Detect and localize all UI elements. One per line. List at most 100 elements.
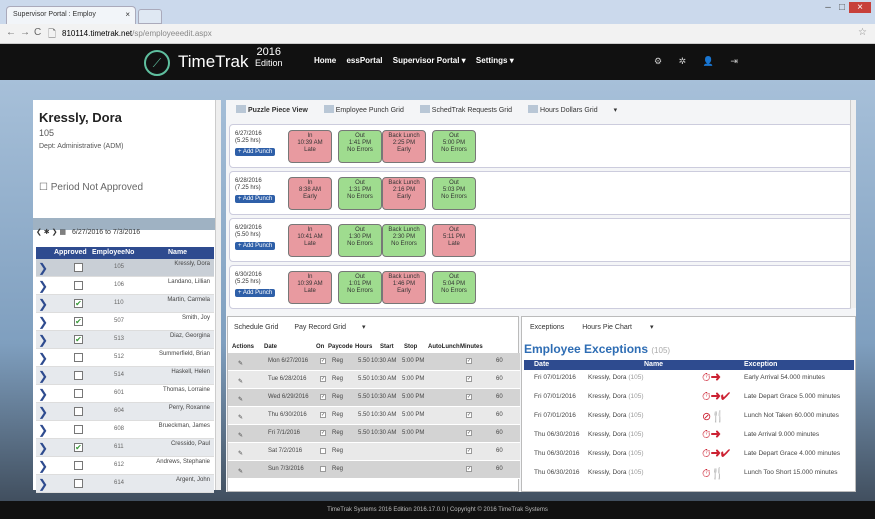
- minimize-icon[interactable]: –: [821, 2, 835, 13]
- employee-row[interactable]: ❯ 106 Landano, Lillian: [36, 277, 214, 295]
- on-checkbox[interactable]: ✓: [320, 430, 326, 436]
- bookmark-star-icon[interactable]: ☆: [858, 27, 867, 38]
- punch-card[interactable]: Back Lunch 2:30 PM No Errors: [382, 224, 426, 257]
- nav-supervisor-portal[interactable]: Supervisor Portal ▾: [393, 56, 466, 65]
- punch-card[interactable]: Out 1:31 PM No Errors: [338, 177, 382, 210]
- sched-col-date[interactable]: Date: [264, 344, 277, 350]
- chevron-right-icon[interactable]: ❯: [38, 477, 48, 491]
- back-icon[interactable]: ←: [6, 27, 16, 38]
- sched-col-actions[interactable]: Actions: [232, 344, 254, 350]
- tab-schedule-grid[interactable]: Schedule Grid: [234, 324, 278, 331]
- employee-row[interactable]: ❯ ✔ 507 Smith, Joy: [36, 313, 214, 331]
- on-checkbox[interactable]: ✓: [320, 394, 326, 400]
- approved-checkbox[interactable]: ✔: [74, 299, 83, 308]
- chevron-right-icon[interactable]: ❯: [38, 441, 48, 455]
- tab-schedtrak-requests[interactable]: SchedTrak Requests Grid: [419, 105, 512, 114]
- pencil-icon[interactable]: ✎: [238, 448, 248, 460]
- employee-row[interactable]: ❯ 512 Summerfield, Brian: [36, 349, 214, 367]
- autolunch-checkbox[interactable]: ✓: [466, 376, 472, 382]
- employee-row[interactable]: ❯ 514 Haskell, Helen: [36, 367, 214, 385]
- close-window-icon[interactable]: ×: [849, 2, 871, 13]
- puzzle-scrollbar[interactable]: [850, 100, 856, 308]
- reload-icon[interactable]: C: [34, 27, 41, 38]
- sched-col-stop[interactable]: Stop: [404, 344, 417, 350]
- employee-row[interactable]: ❯ 601 Thomas, Lorraine: [36, 385, 214, 403]
- col-approved[interactable]: Approved: [54, 249, 87, 256]
- sched-col-hours[interactable]: Hours: [355, 344, 372, 350]
- sched-col-start[interactable]: Start: [380, 344, 394, 350]
- col-exc-name[interactable]: Name: [644, 361, 663, 368]
- pencil-icon[interactable]: ✎: [238, 412, 248, 424]
- employee-row[interactable]: ❯ 614 Argent, John: [36, 475, 214, 493]
- chevron-right-icon[interactable]: ❯: [38, 369, 48, 383]
- tab-close-icon[interactable]: ×: [125, 10, 130, 19]
- punch-card[interactable]: Back Lunch 2:25 PM Early: [382, 130, 426, 163]
- employee-row[interactable]: ❯ 105 Kressly, Dora: [36, 259, 214, 277]
- pencil-icon[interactable]: ✎: [238, 466, 248, 478]
- maximize-icon[interactable]: □: [835, 2, 849, 13]
- approved-checkbox[interactable]: [74, 281, 83, 290]
- employee-row[interactable]: ❯ 608 Brueckman, James: [36, 421, 214, 439]
- approved-checkbox[interactable]: [74, 263, 83, 272]
- approved-checkbox[interactable]: ✔: [74, 443, 83, 452]
- nav-settings[interactable]: Settings ▾: [476, 56, 514, 65]
- exception-tabs-dropdown[interactable]: ▾: [650, 324, 654, 331]
- autolunch-checkbox[interactable]: ✓: [466, 358, 472, 364]
- chevron-right-icon[interactable]: ❯: [38, 459, 48, 473]
- sched-col-paycode[interactable]: Paycode: [328, 344, 353, 350]
- add-punch-button[interactable]: + Add Punch: [235, 195, 276, 203]
- tab-employee-punch-grid[interactable]: Employee Punch Grid: [323, 105, 404, 114]
- on-checkbox[interactable]: ✓: [320, 358, 326, 364]
- on-checkbox[interactable]: ✓: [320, 412, 326, 418]
- employee-row[interactable]: ❯ ✔ 513 Diaz, Georgina: [36, 331, 214, 349]
- tab-hours-dollars[interactable]: Hours Dollars Grid: [528, 105, 598, 114]
- punch-card[interactable]: Out 1:01 PM No Errors: [338, 271, 382, 304]
- autolunch-checkbox[interactable]: ✓: [466, 448, 472, 454]
- punch-card[interactable]: Out 1:30 PM No Errors: [338, 224, 382, 257]
- employee-row[interactable]: ❯ ✔ 611 Cressido, Paul: [36, 439, 214, 457]
- pencil-icon[interactable]: ✎: [238, 376, 248, 388]
- add-punch-button[interactable]: + Add Punch: [235, 242, 276, 250]
- tab-exceptions[interactable]: Exceptions: [530, 324, 564, 331]
- employee-row[interactable]: ❯ 612 Andrews, Stephanie: [36, 457, 214, 475]
- chevron-right-icon[interactable]: ❯: [38, 297, 48, 311]
- logout-icon[interactable]: ⇥: [730, 56, 738, 66]
- camera-settings-icon[interactable]: ⚙: [654, 56, 662, 66]
- tab-hours-pie-chart[interactable]: Hours Pie Chart: [582, 324, 632, 331]
- pencil-icon[interactable]: ✎: [238, 430, 248, 442]
- url-input[interactable]: 810114.timetrak.net/sp/employeeedit.aspx: [58, 27, 858, 41]
- grid-tabs-dropdown[interactable]: ▾: [614, 107, 618, 114]
- col-date[interactable]: Date: [534, 361, 549, 368]
- punch-card[interactable]: Back Lunch 1:46 PM Early: [382, 271, 426, 304]
- autolunch-checkbox[interactable]: ✓: [466, 466, 472, 472]
- tab-puzzle-view[interactable]: Puzzle Piece View: [236, 105, 308, 114]
- pencil-icon[interactable]: ✎: [238, 358, 248, 370]
- forward-icon[interactable]: →: [20, 27, 30, 38]
- punch-card[interactable]: Out 1:41 PM No Errors: [338, 130, 382, 163]
- autolunch-checkbox[interactable]: ✓: [466, 430, 472, 436]
- new-tab-button[interactable]: [138, 9, 162, 24]
- chevron-right-icon[interactable]: ❯: [38, 423, 48, 437]
- approved-checkbox[interactable]: ✔: [74, 317, 83, 326]
- on-checkbox[interactable]: ✓: [320, 376, 326, 382]
- punch-card[interactable]: In 10:39 AM Late: [288, 271, 332, 304]
- chevron-right-icon[interactable]: ❯: [38, 261, 48, 275]
- approved-checkbox[interactable]: [74, 389, 83, 398]
- pencil-icon[interactable]: ✎: [238, 394, 248, 406]
- period-status[interactable]: ☐ Period Not Approved: [39, 182, 143, 193]
- autolunch-checkbox[interactable]: ✓: [466, 412, 472, 418]
- sched-col-autolunch[interactable]: AutoLunch: [428, 344, 460, 350]
- employee-row[interactable]: ❯ 604 Perry, Roxanne: [36, 403, 214, 421]
- punch-card[interactable]: Out 5:11 PM Late: [432, 224, 476, 257]
- approved-checkbox[interactable]: [74, 479, 83, 488]
- tab-pay-record-grid[interactable]: Pay Record Grid: [294, 324, 346, 331]
- punch-card[interactable]: Out 5:00 PM No Errors: [432, 130, 476, 163]
- col-exception[interactable]: Exception: [744, 361, 777, 368]
- autolunch-checkbox[interactable]: ✓: [466, 394, 472, 400]
- on-checkbox[interactable]: [320, 466, 326, 472]
- week-nav-controls[interactable]: ❮ ✱ ❯ ▦: [36, 229, 66, 236]
- nav-essportal[interactable]: essPortal: [346, 56, 382, 65]
- add-punch-button[interactable]: + Add Punch: [235, 148, 276, 156]
- col-employeeno[interactable]: EmployeeNo: [92, 249, 134, 256]
- punch-card[interactable]: Back Lunch 2:16 PM Early: [382, 177, 426, 210]
